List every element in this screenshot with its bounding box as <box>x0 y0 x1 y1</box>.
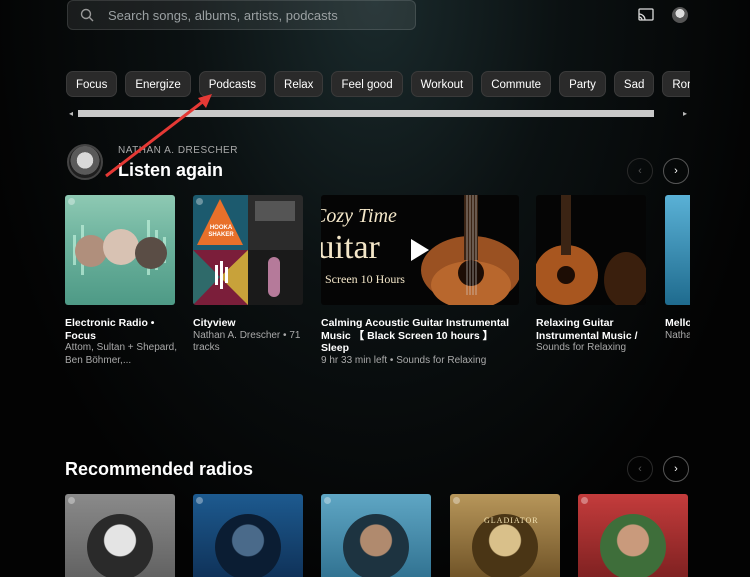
cast-icon[interactable] <box>636 6 656 24</box>
guitar-art <box>536 195 646 305</box>
chips-scrollbar[interactable]: ◂ ▸ <box>66 108 690 119</box>
section-subtitle: NATHAN A. DRESCHER <box>118 145 238 156</box>
chip-commute[interactable]: Commute <box>481 71 552 97</box>
card-electronic-radio[interactable]: Electronic Radio • Focus Attom, Sultan +… <box>65 195 177 366</box>
chevron-right-icon: › <box>674 463 678 475</box>
listen-again-next-button[interactable]: › <box>663 158 689 184</box>
profile-avatar[interactable] <box>67 144 103 180</box>
search-bar[interactable] <box>67 0 416 30</box>
artist-photo <box>600 514 666 577</box>
card-subtitle: 9 hr 33 min left • Sounds for Relaxing <box>321 354 487 366</box>
chip-podcasts[interactable]: Podcasts <box>198 71 267 97</box>
pin-icon <box>324 497 331 504</box>
card-title-text: Cityview <box>193 317 236 329</box>
search-input[interactable] <box>108 7 398 23</box>
radio-card-2[interactable] <box>193 494 303 577</box>
artist-photo <box>215 514 281 577</box>
artist-photo <box>87 514 153 577</box>
radio-bars-art <box>73 220 167 275</box>
card-title-text: Calming Acoustic Guitar Instrumental Mus… <box>321 317 510 354</box>
pin-icon <box>581 497 588 504</box>
chevron-left-icon: ‹ <box>638 165 642 177</box>
card-cityview[interactable]: HOOKA SHAKER Cityview Nathan A. Drescher… <box>193 195 303 353</box>
card-subtitle: Nathan A. Drescher • 71 tracks <box>193 329 301 354</box>
video-overlay-line1: Cozy Time <box>321 205 397 227</box>
chip-energize[interactable]: Energize <box>125 71 191 97</box>
gladiator-logo: GLADIATOR <box>484 516 539 525</box>
video-overlay-line3: Screen 10 Hours <box>325 272 405 286</box>
user-avatar[interactable] <box>672 7 688 23</box>
card-title-text: Mello <box>665 317 690 329</box>
pin-icon <box>196 198 203 205</box>
radios-next-button[interactable]: › <box>663 456 689 482</box>
card-subtitle: Attom, Sultan + Shepard, Ben Böhmer,... <box>65 342 178 366</box>
pin-icon <box>68 198 75 205</box>
card-subtitle: Sounds for Relaxing <box>536 342 627 353</box>
card-title-text: Electronic Radio • Focus <box>65 317 155 342</box>
search-icon <box>80 8 94 22</box>
album-art <box>536 195 646 305</box>
listen-again-prev-button[interactable]: ‹ <box>627 158 653 184</box>
mood-chips: Focus Energize Podcasts Relax Feel good Worko… <box>66 71 690 97</box>
chip-sad[interactable]: Sad <box>613 71 655 97</box>
pin-icon <box>196 497 203 504</box>
scroll-right-icon[interactable]: ▸ <box>680 108 690 119</box>
chevron-right-icon: › <box>674 165 678 177</box>
video-overlay-line2: Guitar <box>321 229 380 266</box>
album-art <box>65 195 175 305</box>
hooka-shaker-logo: HOOKA SHAKER <box>208 225 234 238</box>
chevron-left-icon: ‹ <box>638 463 642 475</box>
radio-card-3[interactable] <box>321 494 431 577</box>
card-title: Mello Natha tracks <box>665 317 690 342</box>
artist-photo <box>343 514 409 577</box>
chip-workout[interactable]: Workout <box>410 71 474 97</box>
chip-feel-good[interactable]: Feel good <box>331 71 403 97</box>
collage-art <box>193 195 303 305</box>
card-calming-guitar[interactable]: Cozy Time Guitar Screen 10 Hours Calming… <box>321 195 519 366</box>
play-icon[interactable] <box>411 239 429 261</box>
radio-card-4[interactable]: GLADIATOR <box>450 494 560 577</box>
radios-prev-button[interactable]: ‹ <box>627 456 653 482</box>
radio-card-5[interactable] <box>578 494 688 577</box>
card-title: Calming Acoustic Guitar Instrumental Mus… <box>321 317 521 367</box>
chip-party[interactable]: Party <box>559 71 606 97</box>
listen-again-title[interactable]: Listen again <box>118 160 223 181</box>
card-title: Cityview Nathan A. Drescher • 71 tracks <box>193 317 308 355</box>
album-art <box>665 195 690 305</box>
card-relaxing-guitar[interactable]: Relaxing Guitar Instrumental Music / Sou… <box>536 195 646 353</box>
card-title: Electronic Radio • Focus Attom, Sultan +… <box>65 317 185 367</box>
recommended-radios-title[interactable]: Recommended radios <box>65 459 253 480</box>
pin-icon <box>453 497 460 504</box>
chip-romance[interactable]: Romance <box>662 71 690 97</box>
card-mello[interactable]: Mello Natha tracks <box>665 195 690 375</box>
chip-focus[interactable]: Focus <box>66 71 118 97</box>
album-art: HOOKA SHAKER <box>193 195 303 305</box>
chip-relax[interactable]: Relax <box>274 71 324 97</box>
radio-card-1[interactable] <box>65 494 175 577</box>
scroll-left-icon[interactable]: ◂ <box>66 108 76 119</box>
scrollbar-thumb[interactable] <box>78 110 654 117</box>
video-thumbnail: Cozy Time Guitar Screen 10 Hours <box>321 195 519 305</box>
card-subtitle: Natha tracks <box>665 329 690 341</box>
pin-icon <box>68 497 75 504</box>
card-title-text: Relaxing Guitar Instrumental Music / <box>536 317 638 342</box>
card-title: Relaxing Guitar Instrumental Music / Sou… <box>536 317 651 355</box>
